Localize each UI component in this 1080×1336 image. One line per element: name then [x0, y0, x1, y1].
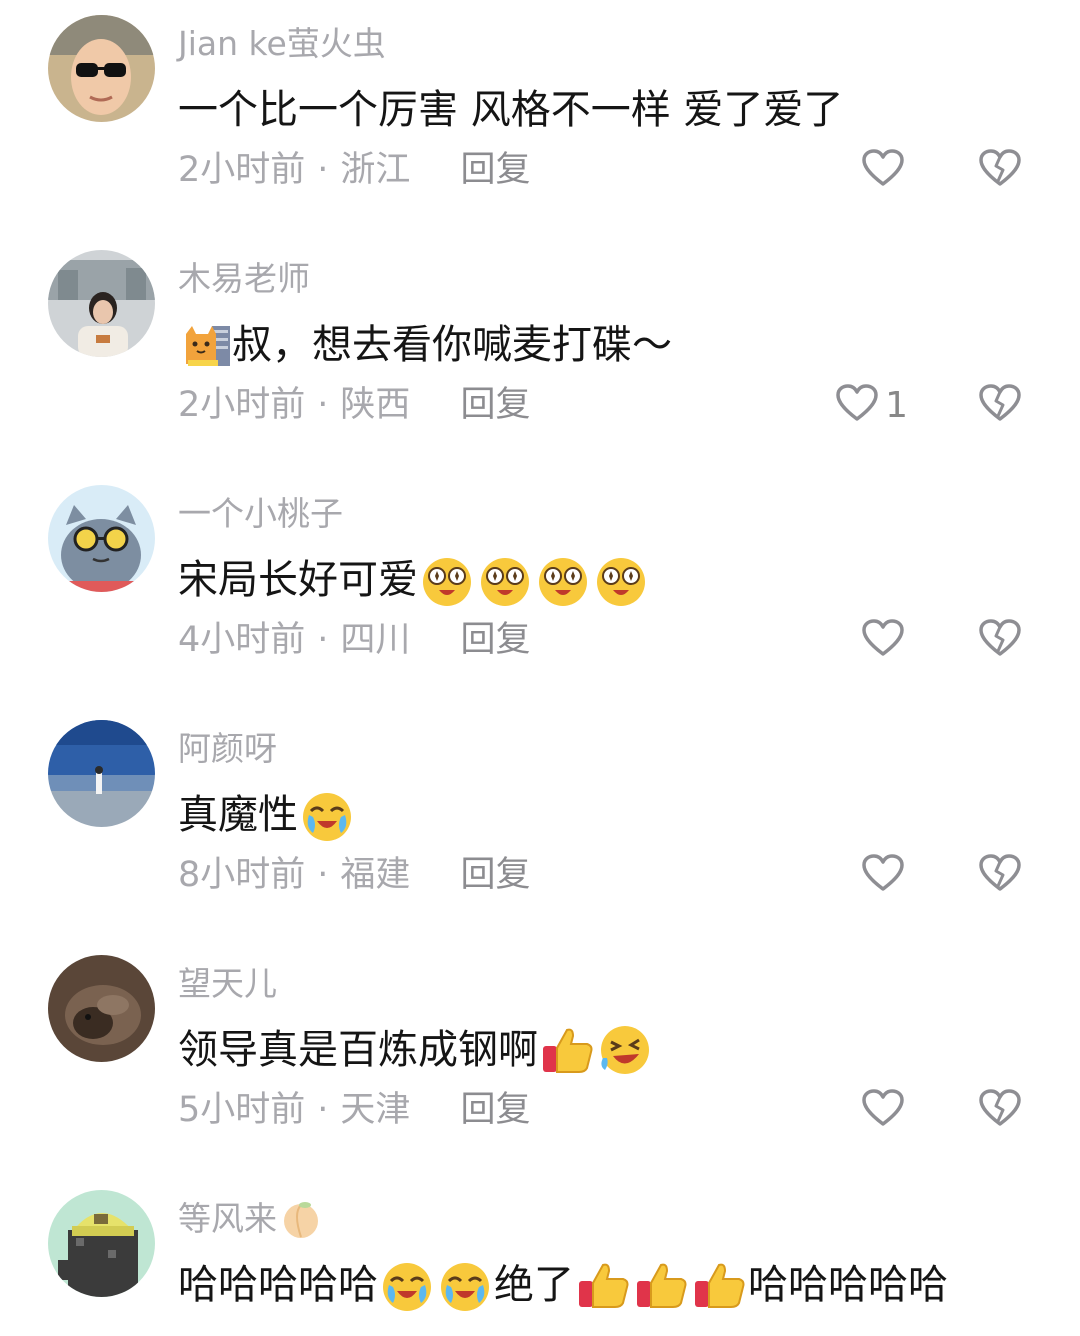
crying-laughing-emoji-icon: [437, 1257, 493, 1313]
peach-badge-icon: [279, 1197, 323, 1241]
comment-text-content: 领导真是百炼成钢啊: [178, 1027, 538, 1073]
cat-emoji-icon: [182, 320, 232, 370]
thumbs-up-emoji-icon: [575, 1257, 631, 1313]
timestamp: 5小时前: [178, 1090, 306, 1130]
comment-text-part: 绝了: [494, 1262, 574, 1308]
reply-button[interactable]: 回复: [460, 615, 530, 665]
like-button[interactable]: [861, 145, 905, 195]
reply-button[interactable]: 回复: [460, 850, 530, 900]
timestamp: 2小时前: [178, 385, 306, 425]
comment-text: 真魔性: [178, 785, 356, 845]
timestamp: 8小时前: [178, 855, 306, 895]
comment-text: 哈哈哈哈哈 绝了 哈哈哈哈哈: [178, 1255, 948, 1315]
star-eyes-emoji-icon: [419, 552, 475, 608]
username[interactable]: 望天儿: [178, 962, 277, 1006]
username[interactable]: 木易老师: [178, 257, 310, 301]
comment-item: 阿颜呀 真魔性 8小时前 · 福建 回复: [0, 705, 1080, 940]
comment-text: 宋局长好可爱: [178, 550, 650, 610]
comment-item: 木易老师 叔，想去看你喊麦打碟～ 2小时前 · 陕西 回复 1: [0, 235, 1080, 470]
comment-meta: 2小时前 · 陕西 回复: [178, 380, 530, 430]
comment-meta: 2小时前 · 浙江 回复: [178, 145, 530, 195]
avatar[interactable]: [48, 15, 155, 122]
crying-laughing-emoji-icon: [379, 1257, 435, 1313]
comment-text-content: 真魔性: [178, 792, 298, 838]
location: 陕西: [340, 385, 411, 425]
like-button[interactable]: [861, 850, 905, 900]
heart-icon: [861, 1088, 905, 1132]
location: 四川: [340, 620, 411, 660]
comment-text-part: 哈哈哈哈哈: [178, 1262, 378, 1308]
comment-item: 等风来 哈哈哈哈哈 绝了 哈哈哈哈哈: [0, 1175, 1080, 1336]
laughing-emoji-icon: [597, 1022, 653, 1078]
separator: ·: [317, 385, 329, 425]
separator: ·: [317, 150, 329, 190]
heart-icon: [861, 148, 905, 192]
dislike-button[interactable]: [978, 615, 1022, 665]
crying-laughing-emoji-icon: [299, 787, 355, 843]
dislike-button[interactable]: [978, 380, 1022, 430]
comment-item: 一个小桃子 宋局长好可爱 4小时前 · 四川 回复: [0, 470, 1080, 705]
username[interactable]: 等风来: [178, 1197, 323, 1241]
separator: ·: [317, 620, 329, 660]
username[interactable]: Jian ke萤火虫: [178, 22, 386, 66]
comment-text-part: 哈哈哈哈哈: [748, 1262, 948, 1308]
reply-button[interactable]: 回复: [460, 145, 530, 195]
comment-text: 领导真是百炼成钢啊: [178, 1020, 654, 1080]
broken-heart-icon: [978, 148, 1022, 192]
heart-icon: [861, 618, 905, 662]
comment-item: 望天儿 领导真是百炼成钢啊 5小时前 · 天津 回复: [0, 940, 1080, 1175]
comment-item: Jian ke萤火虫 一个比一个厉害 风格不一样 爱了爱了 2小时前 · 浙江 …: [0, 0, 1080, 235]
avatar[interactable]: [48, 1190, 155, 1297]
timestamp: 2小时前: [178, 150, 306, 190]
reply-button[interactable]: 回复: [460, 1085, 530, 1135]
thumbs-up-emoji-icon: [539, 1022, 595, 1078]
separator: ·: [317, 1090, 329, 1130]
dislike-button[interactable]: [978, 145, 1022, 195]
comment-meta: 8小时前 · 福建 回复: [178, 850, 530, 900]
location: 浙江: [340, 150, 411, 190]
star-eyes-emoji-icon: [477, 552, 533, 608]
thumbs-up-emoji-icon: [633, 1257, 689, 1313]
like-button[interactable]: 1: [835, 380, 908, 430]
avatar[interactable]: [48, 955, 155, 1062]
dislike-button[interactable]: [978, 1085, 1022, 1135]
location: 天津: [340, 1090, 411, 1130]
comment-text: 叔，想去看你喊麦打碟～: [178, 315, 672, 375]
star-eyes-emoji-icon: [593, 552, 649, 608]
comment-text-content: 叔，想去看你喊麦打碟～: [232, 322, 672, 368]
comment-meta: 4小时前 · 四川 回复: [178, 615, 530, 665]
broken-heart-icon: [978, 853, 1022, 897]
avatar[interactable]: [48, 485, 155, 592]
broken-heart-icon: [978, 383, 1022, 427]
avatar[interactable]: [48, 720, 155, 827]
heart-icon: [835, 383, 879, 427]
location: 福建: [340, 855, 411, 895]
thumbs-up-emoji-icon: [691, 1257, 747, 1313]
username[interactable]: 一个小桃子: [178, 492, 343, 536]
comment-meta: 5小时前 · 天津 回复: [178, 1085, 530, 1135]
comment-text: 一个比一个厉害 风格不一样 爱了爱了: [178, 87, 844, 133]
comment-text-content: 宋局长好可爱: [178, 557, 418, 603]
username[interactable]: 阿颜呀: [178, 727, 277, 771]
dislike-button[interactable]: [978, 850, 1022, 900]
username-text: 等风来: [178, 1199, 277, 1238]
timestamp: 4小时前: [178, 620, 306, 660]
star-eyes-emoji-icon: [535, 552, 591, 608]
heart-icon: [861, 853, 905, 897]
like-count: 1: [885, 384, 908, 426]
separator: ·: [317, 855, 329, 895]
broken-heart-icon: [978, 1088, 1022, 1132]
broken-heart-icon: [978, 618, 1022, 662]
like-button[interactable]: [861, 1085, 905, 1135]
reply-button[interactable]: 回复: [460, 380, 530, 430]
avatar[interactable]: [48, 250, 155, 357]
like-button[interactable]: [861, 615, 905, 665]
